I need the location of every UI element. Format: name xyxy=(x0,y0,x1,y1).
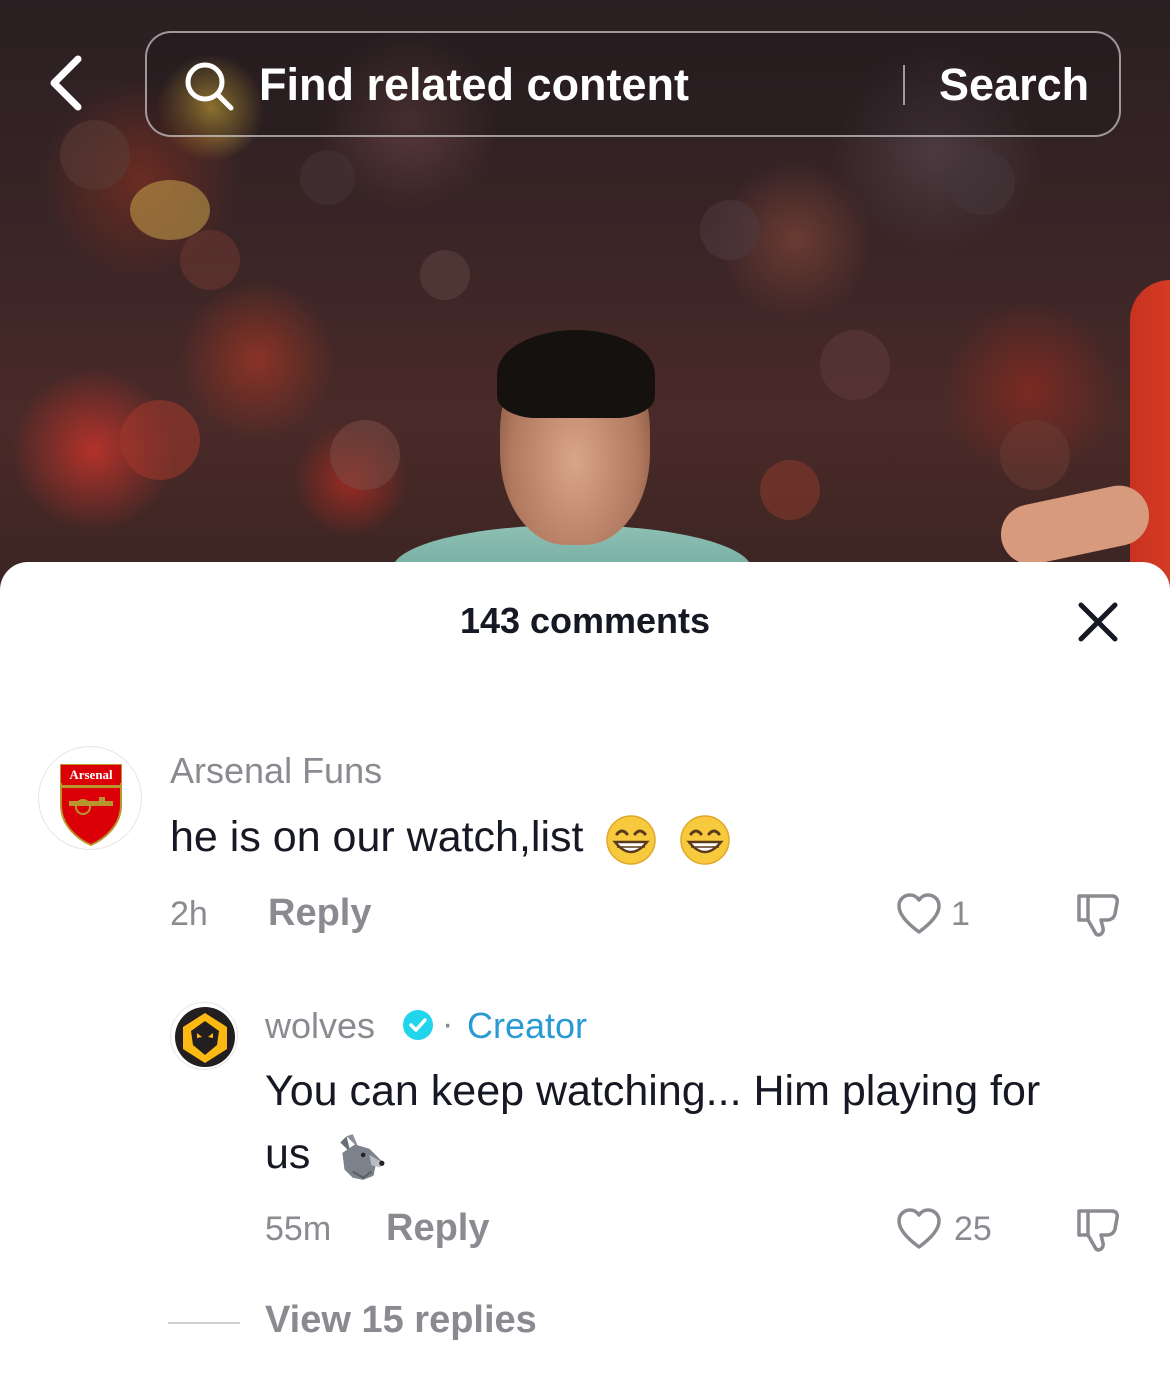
arsenal-crest-icon: Arsenal xyxy=(60,764,122,847)
reply-username[interactable]: wolves xyxy=(265,1005,375,1047)
search-divider xyxy=(903,65,905,105)
comments-count-title: 143 comments xyxy=(459,600,711,641)
reply-reply-button[interactable]: Reply xyxy=(386,1207,489,1250)
view-replies-divider xyxy=(168,1322,240,1324)
reply-text-line-1: You can keep watching... Him playing for xyxy=(265,1067,1041,1115)
wolf-face-emoji-icon xyxy=(340,1133,385,1180)
player-hair xyxy=(497,330,655,418)
comment-time: 2h xyxy=(170,895,208,933)
search-button[interactable]: Search xyxy=(939,57,1099,113)
arsenal-crest-text: Arsenal xyxy=(69,767,113,782)
search-bar[interactable]: Search xyxy=(145,31,1121,137)
reply-like-count: 25 xyxy=(954,1210,992,1248)
comment-username[interactable]: Arsenal Funs xyxy=(170,750,382,792)
comments-sheet: 143 comments Arsenal Arsenal Funs he is … xyxy=(0,562,1170,1395)
like-count: 1 xyxy=(951,895,970,933)
reply-time: 55m xyxy=(265,1210,332,1248)
search-input[interactable] xyxy=(259,57,879,113)
comment-text: he is on our watch,list xyxy=(170,806,731,869)
chevron-left-icon xyxy=(50,55,82,111)
avatar-arsenal[interactable]: Arsenal xyxy=(38,746,142,850)
back-button[interactable] xyxy=(38,50,94,116)
comment-text-body: he is on our watch,list xyxy=(170,813,584,861)
reply-button[interactable]: Reply xyxy=(268,892,371,935)
grinning-face-emoji-icon xyxy=(680,814,731,865)
view-replies-button[interactable]: View 15 replies xyxy=(265,1299,537,1342)
thumbs-down-icon[interactable] xyxy=(1074,1205,1122,1253)
heart-outline-icon[interactable] xyxy=(896,892,942,936)
heart-outline-icon[interactable] xyxy=(896,1207,942,1251)
reply-text-line-2-body: us xyxy=(265,1130,311,1178)
verified-badge-icon xyxy=(403,1010,433,1040)
thumbs-down-icon[interactable] xyxy=(1074,890,1122,938)
opponent-player xyxy=(1130,280,1170,600)
creator-badge: Creator xyxy=(467,1005,588,1046)
avatar-wolves[interactable] xyxy=(170,1002,238,1070)
wolves-crest-icon xyxy=(175,1007,235,1067)
separator-dot: · xyxy=(442,1005,454,1043)
close-icon[interactable] xyxy=(1073,597,1123,647)
search-icon xyxy=(185,62,234,111)
reply-text-line-2: us xyxy=(265,1123,386,1186)
grinning-face-emoji-icon xyxy=(606,814,657,865)
